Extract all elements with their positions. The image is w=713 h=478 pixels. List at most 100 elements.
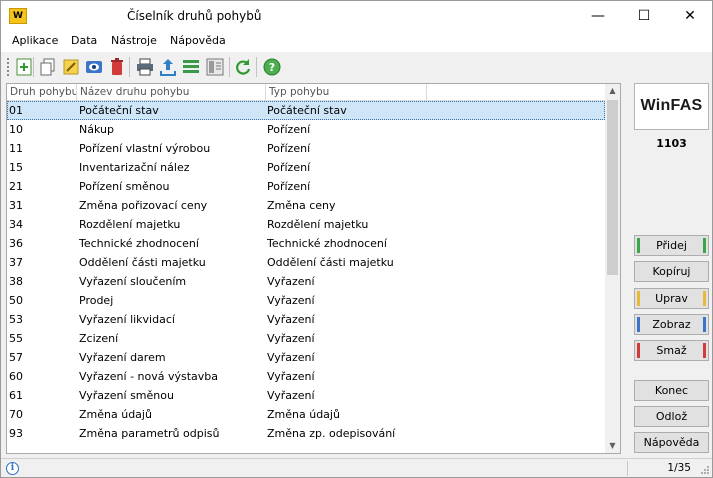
winfas-logo: WinFAS — [634, 83, 709, 130]
layout-icon[interactable] — [205, 57, 225, 77]
info-icon[interactable]: i — [6, 462, 19, 475]
toolbar: ? — [1, 52, 712, 82]
menu-data[interactable]: Data — [71, 34, 97, 47]
cell-type: Změna ceny — [267, 199, 336, 212]
table-row[interactable]: 37 Oddělení části majetku Oddělení části m… — [7, 253, 605, 272]
table-row[interactable]: 10 Nákup Pořízení — [7, 120, 605, 139]
table-row[interactable]: 15 Inventarizační nález Pořízení — [7, 158, 605, 177]
help-icon[interactable]: ? — [262, 57, 282, 77]
vertical-scrollbar[interactable]: ▲ ▼ — [605, 84, 620, 453]
table-row[interactable]: 50 Prodej Vyřazení — [7, 291, 605, 310]
minimize-button[interactable]: — — [575, 1, 621, 32]
cell-name: Pořízení vlastní výrobou — [79, 142, 211, 155]
cell-name: Rozdělení majetku — [79, 218, 181, 231]
add-button-label: Přidej — [656, 239, 687, 252]
app-logo-icon: W — [9, 8, 27, 24]
delete-button-label: Smaž — [656, 344, 687, 357]
view-icon[interactable] — [84, 57, 104, 77]
cell-code: 31 — [9, 199, 23, 212]
edit-button[interactable]: Uprav — [634, 288, 709, 309]
table-row[interactable]: 21 Pořízení směnou Pořízení — [7, 177, 605, 196]
winfas-logo-text: WinFAS — [640, 97, 703, 114]
column-header-name[interactable]: Název druhu pohybu — [80, 86, 266, 98]
column-divider — [265, 84, 266, 101]
toolbar-grip[interactable] — [7, 58, 10, 76]
table-row[interactable]: 55 Zcizení Vyřazení — [7, 329, 605, 348]
cell-code: 57 — [9, 351, 23, 364]
table-row[interactable]: 36 Technické zhodnocení Technické zhodnoce… — [7, 234, 605, 253]
data-grid[interactable]: Druh pohybu Název druhu pohybu Typ pohyb… — [6, 83, 621, 454]
help-button[interactable]: Nápověda — [634, 432, 709, 453]
cell-name: Vyřazení - nová výstavba — [79, 370, 219, 383]
window-title: Číselník druhů pohybů — [127, 9, 262, 23]
view-button-label: Zobraz — [652, 318, 691, 331]
table-row[interactable]: 31 Změna pořizovací ceny Změna ceny — [7, 196, 605, 215]
table-row[interactable]: 93 Změna parametrů odpisů Změna zp. odepis… — [7, 424, 605, 443]
delete-button[interactable]: Smaž — [634, 340, 709, 361]
scroll-down-icon[interactable]: ▼ — [605, 439, 620, 453]
table-row[interactable]: 38 Vyřazení sloučením Vyřazení — [7, 272, 605, 291]
table-row[interactable]: 60 Vyřazení - nová výstavba Vyřazení — [7, 367, 605, 386]
table-row[interactable]: 01 Počáteční stav Počáteční stav — [7, 101, 605, 120]
postpone-button-label: Odlož — [655, 410, 688, 423]
cell-type: Pořízení — [267, 180, 311, 193]
delete-icon[interactable] — [107, 57, 127, 77]
status-bar: i 1/35 — [1, 458, 712, 477]
record-counter: 1/35 — [667, 462, 691, 474]
column-header-type[interactable]: Typ pohybu — [269, 86, 425, 98]
add-button[interactable]: Přidej — [634, 235, 709, 256]
cell-type: Vyřazení — [267, 275, 315, 288]
menu-napoveda[interactable]: Nápověda — [170, 34, 226, 47]
close-button[interactable]: ✕ — [667, 1, 713, 32]
edit-button-label: Uprav — [655, 292, 688, 305]
print-icon[interactable] — [135, 57, 155, 77]
export-icon[interactable] — [158, 57, 178, 77]
cell-type: Změna zp. odepisování — [267, 427, 396, 440]
table-row[interactable]: 34 Rozdělení majetku Rozdělení majetku — [7, 215, 605, 234]
cell-name: Vyřazení sloučením — [79, 275, 187, 288]
cell-name: Prodej — [79, 294, 114, 307]
scroll-up-icon[interactable]: ▲ — [605, 84, 620, 98]
cell-code: 10 — [9, 123, 23, 136]
view-button[interactable]: Zobraz — [634, 314, 709, 335]
cell-type: Technické zhodnocení — [267, 237, 387, 250]
cell-type: Vyřazení — [267, 313, 315, 326]
copy-button[interactable]: Kopíruj — [634, 261, 709, 282]
cell-code: 01 — [9, 104, 23, 117]
table-row[interactable]: 11 Pořízení vlastní výrobou Pořízení — [7, 139, 605, 158]
end-button-label: Konec — [654, 384, 689, 397]
add-icon[interactable] — [14, 57, 34, 77]
column-header-code[interactable]: Druh pohybu — [10, 86, 76, 98]
cell-type: Pořízení — [267, 142, 311, 155]
columns-icon[interactable] — [181, 57, 201, 77]
maximize-button[interactable]: ☐ — [621, 1, 667, 32]
postpone-button[interactable]: Odlož — [634, 406, 709, 427]
table-row[interactable]: 70 Změna údajů Změna údajů — [7, 405, 605, 424]
cell-code: 61 — [9, 389, 23, 402]
refresh-icon[interactable] — [233, 57, 253, 77]
edit-color-bar — [637, 291, 640, 306]
scroll-thumb[interactable] — [607, 100, 618, 275]
end-button[interactable]: Konec — [634, 380, 709, 401]
cell-name: Změna pořizovací ceny — [79, 199, 208, 212]
menu-nastroje[interactable]: Nástroje — [111, 34, 157, 47]
copy-icon[interactable] — [38, 57, 58, 77]
cell-name: Změna údajů — [79, 408, 152, 421]
cell-code: 53 — [9, 313, 23, 326]
cell-name: Inventarizační nález — [79, 161, 190, 174]
company-code: 1103 — [656, 137, 687, 150]
column-divider — [76, 84, 77, 101]
add-color-bar — [703, 238, 706, 253]
table-row[interactable]: 57 Vyřazení darem Vyřazení — [7, 348, 605, 367]
resize-grip-icon[interactable] — [700, 465, 710, 475]
table-row[interactable]: 53 Vyřazení likvidací Vyřazení — [7, 310, 605, 329]
cell-name: Nákup — [79, 123, 114, 136]
table-row[interactable]: 61 Vyřazení směnou Vyřazení — [7, 386, 605, 405]
edit-icon[interactable] — [61, 57, 81, 77]
menu-aplikace[interactable]: Aplikace — [12, 34, 58, 47]
cell-name: Pořízení směnou — [79, 180, 170, 193]
cell-code: 11 — [9, 142, 23, 155]
cell-code: 70 — [9, 408, 23, 421]
column-divider — [426, 84, 427, 101]
app-window: W Číselník druhů pohybů — ☐ ✕ Aplikace D… — [0, 0, 713, 478]
